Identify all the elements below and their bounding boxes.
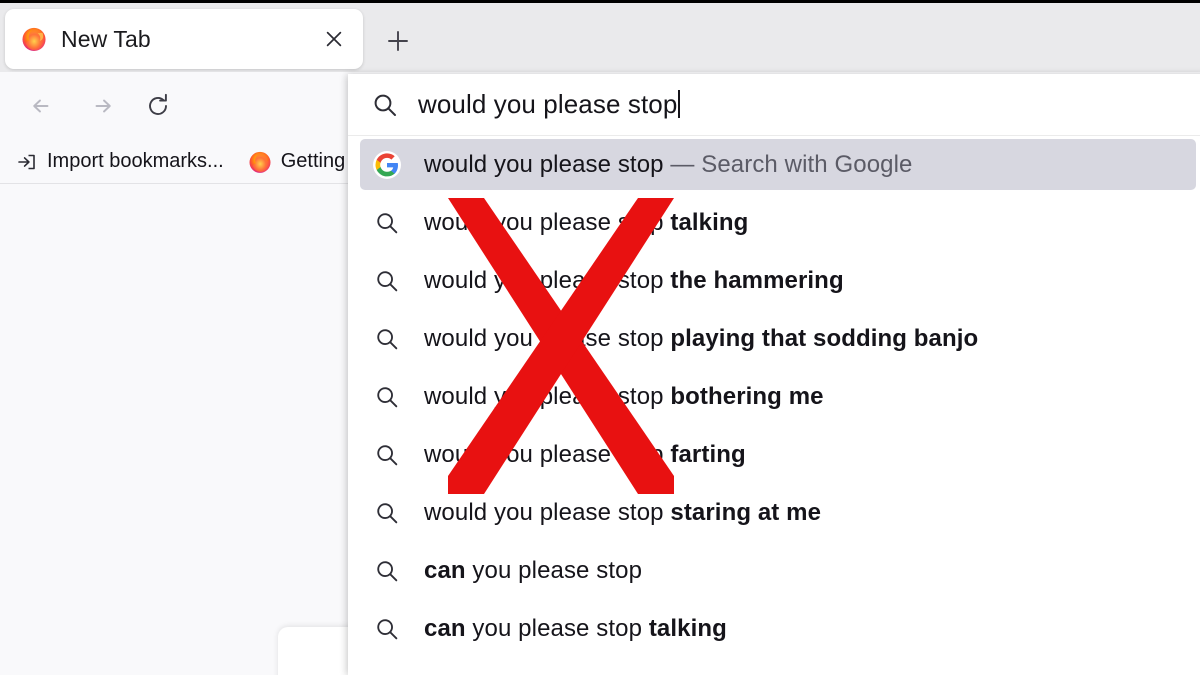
search-icon: [370, 441, 404, 469]
close-icon[interactable]: [319, 24, 349, 54]
suggestion-row[interactable]: would you please stop talking: [348, 194, 1200, 252]
suggestion-text: would you please stop playing that soddi…: [424, 325, 979, 352]
search-icon: [370, 209, 404, 237]
search-icon: [370, 325, 404, 353]
bookmark-label: Import bookmarks...: [47, 150, 224, 172]
reload-button[interactable]: [138, 86, 178, 126]
suggestion-row[interactable]: would you please stop staring at me: [348, 484, 1200, 542]
back-button[interactable]: [22, 86, 62, 126]
bookmark-import-bookmarks[interactable]: Import bookmarks...: [8, 145, 232, 179]
forward-arrow-icon: [95, 99, 111, 113]
suggestion-row-search-with-google[interactable]: would you please stop — Search with Goog…: [348, 136, 1200, 194]
search-icon: [370, 615, 404, 643]
browser-window: New Tab Import bookmarks... Getting woul…: [0, 0, 1200, 675]
suggestion-text: can you please stop talking: [424, 615, 727, 642]
suggestion-text: would you please stop staring at me: [424, 499, 822, 526]
new-tab-button[interactable]: [378, 21, 418, 61]
suggestion-row[interactable]: would you please stop bothering me: [348, 368, 1200, 426]
suggestion-text: can you please stop: [424, 557, 643, 584]
text-caret: [678, 90, 681, 118]
tab-strip: New Tab: [0, 0, 1200, 72]
plus-icon: [388, 31, 408, 51]
suggestion-row[interactable]: would you please stop farting: [348, 426, 1200, 484]
search-icon: [370, 267, 404, 295]
bookmark-getting[interactable]: Getting: [240, 145, 353, 179]
suggestion-text: would you please stop bothering me: [424, 383, 824, 410]
back-arrow-icon: [33, 99, 49, 113]
browser-tab-new-tab[interactable]: New Tab: [5, 9, 363, 69]
urlbar-input-row[interactable]: would you please stop: [348, 74, 1200, 136]
urlbar-value: would you please stop: [418, 89, 678, 119]
suggestion-row[interactable]: would you please stop the hammering: [348, 252, 1200, 310]
tab-title-label: New Tab: [61, 25, 151, 52]
suggestion-text: would you please stop talking: [424, 209, 749, 236]
urlbar-input[interactable]: would you please stop: [418, 89, 681, 120]
search-icon: [370, 383, 404, 411]
reload-icon: [149, 93, 167, 115]
suggestion-text: would you please stop farting: [424, 441, 746, 468]
suggestion-text: would you please stop the hammering: [424, 267, 844, 294]
suggestion-text: would you please stop — Search with Goog…: [424, 151, 913, 178]
search-icon: [374, 94, 396, 116]
forward-button[interactable]: [82, 86, 122, 126]
bookmark-label: Getting: [280, 150, 346, 172]
firefox-logo-icon: [22, 27, 46, 51]
suggestion-row[interactable]: would you please stop playing that soddi…: [348, 310, 1200, 368]
import-bookmarks-icon: [18, 154, 35, 169]
suggestion-row[interactable]: can you please stop talking: [348, 600, 1200, 658]
firefox-logo-icon: [249, 151, 271, 173]
search-icon: [370, 557, 404, 585]
close-glyph: [326, 31, 342, 47]
search-icon: [370, 499, 404, 527]
suggestion-row[interactable]: can you please stop: [348, 542, 1200, 600]
urlbar-results-panel: would you please stop would you please s…: [348, 74, 1200, 675]
google-logo-icon: [370, 150, 404, 180]
